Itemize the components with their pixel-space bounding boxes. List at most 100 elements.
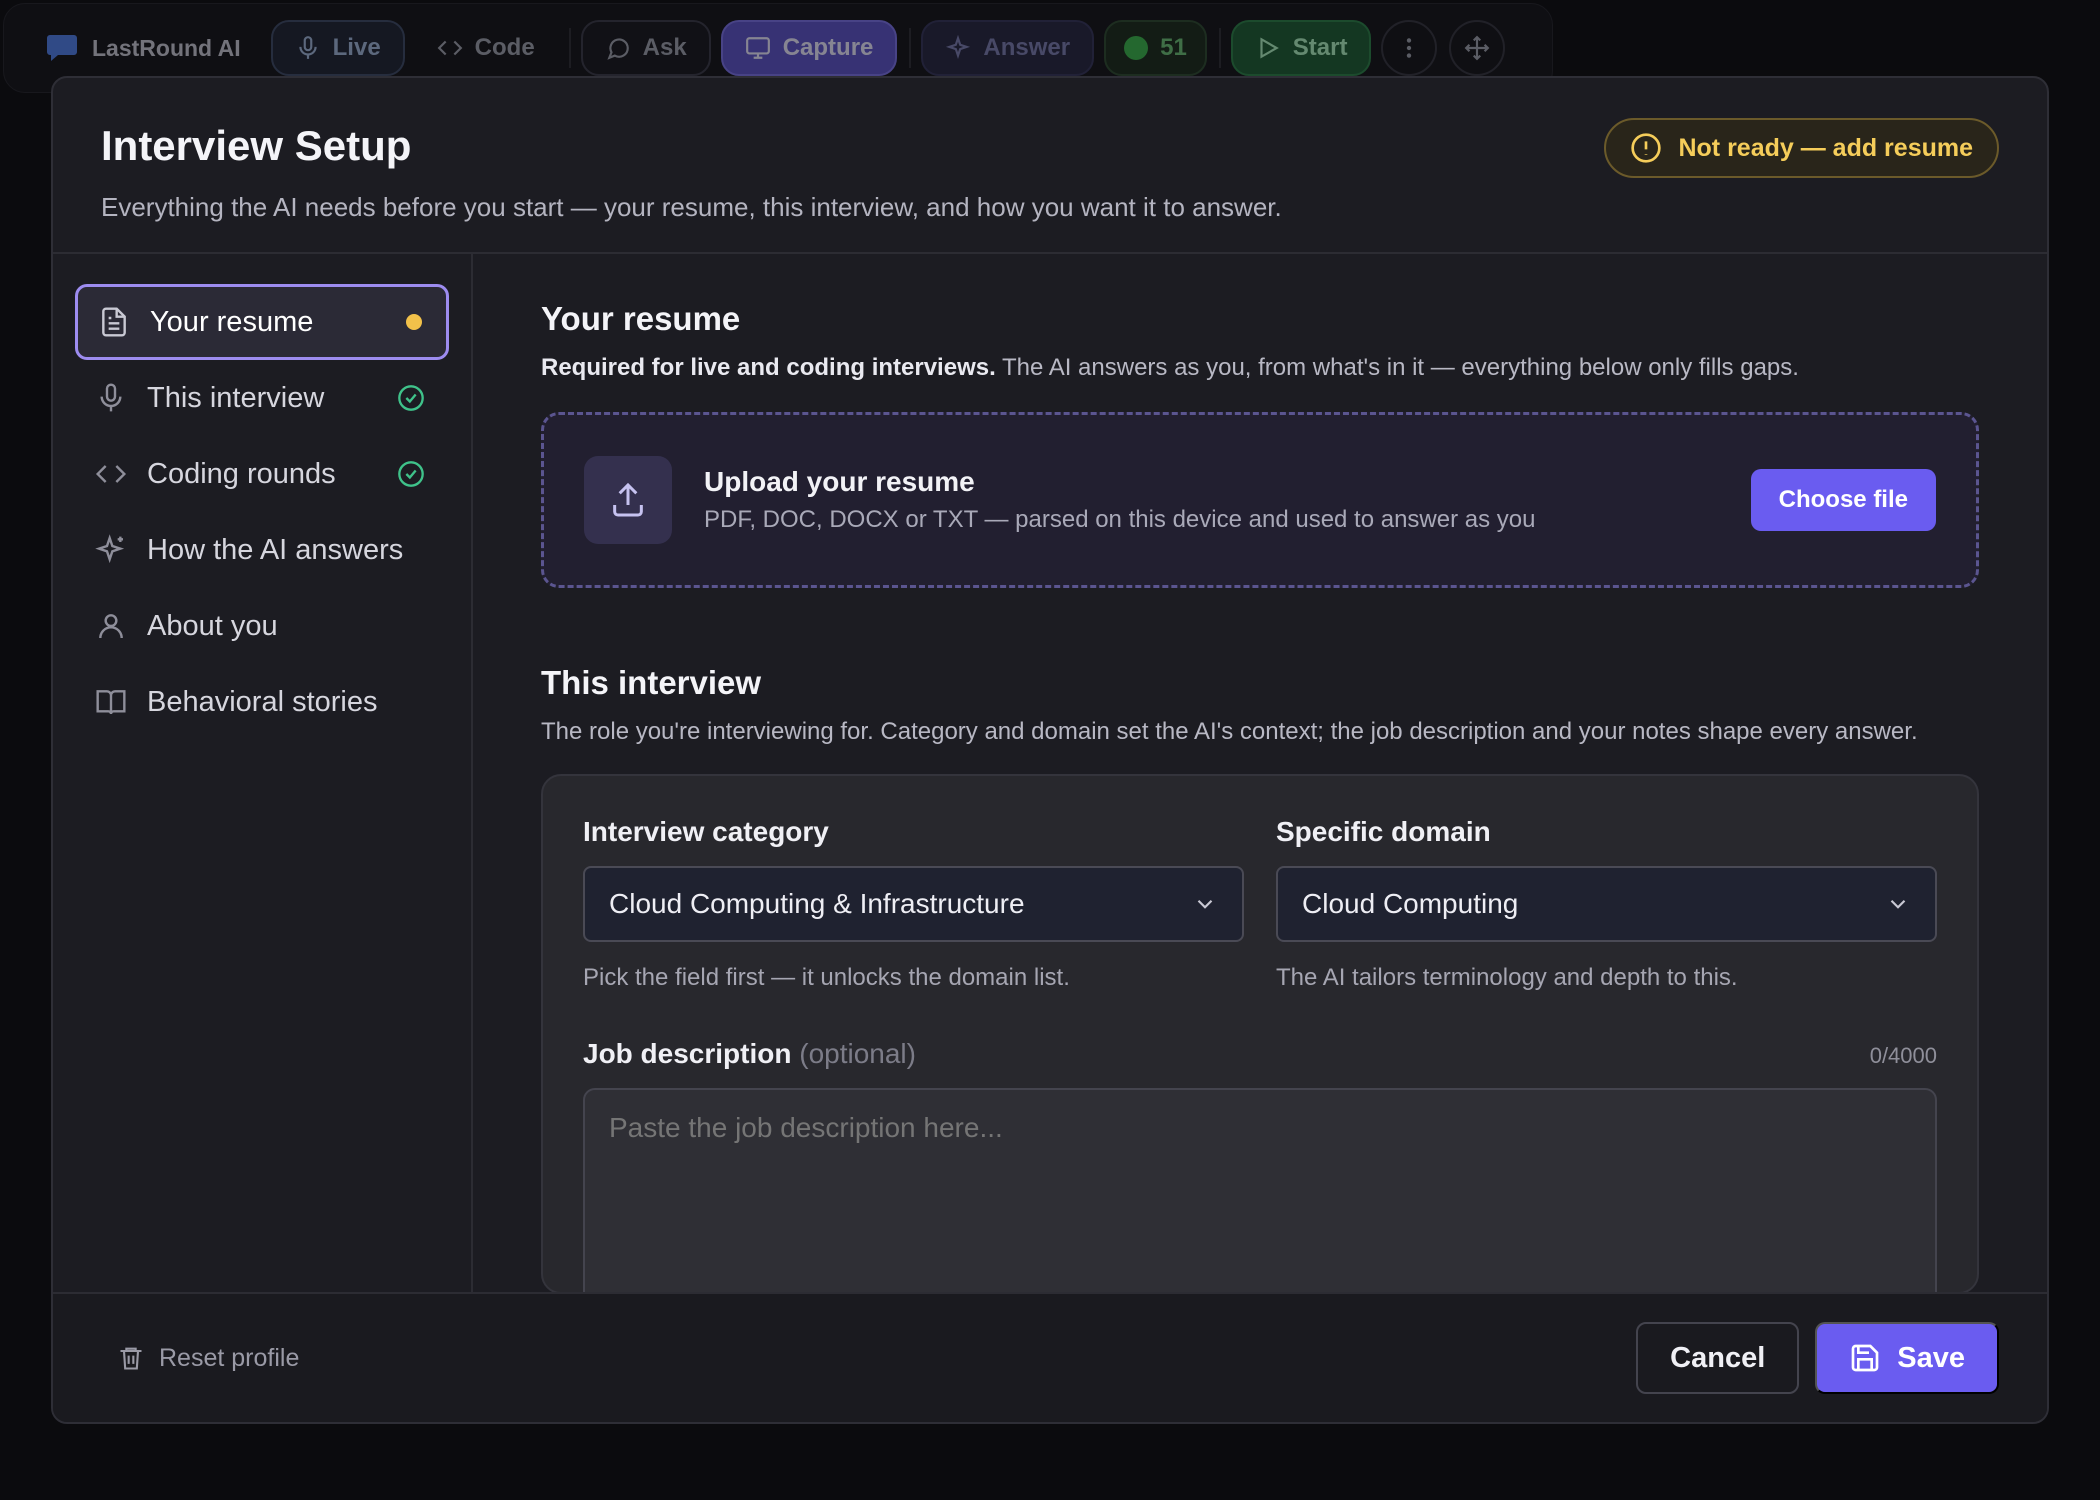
sidebar-item-your-resume[interactable]: Your resume (75, 284, 449, 360)
play-icon (1260, 37, 1279, 59)
answer-button[interactable]: Answer (921, 20, 1095, 76)
code-icon (437, 40, 463, 56)
start-button[interactable]: Start (1230, 20, 1372, 76)
upload-hint: PDF, DOC, DOCX or TXT — parsed on this d… (704, 506, 1536, 533)
field-help: Pick the field first — it unlocks the do… (583, 964, 1070, 991)
dialog-body: Your resume This interview Coding rounds… (53, 254, 2047, 1292)
save-icon (1851, 1344, 1879, 1372)
sidebar-item-label: How the AI answers (147, 533, 404, 566)
capture-button[interactable]: Capture (720, 20, 898, 76)
file-icon (102, 307, 126, 337)
category-domain-row: Interview category Cloud Computing & Inf… (583, 816, 1937, 992)
upload-text: Upload your resume PDF, DOC, DOCX or TXT… (704, 466, 1751, 534)
save-label: Save (1897, 1341, 1965, 1374)
job-description-header: Job description (optional) 0/4000 (583, 1038, 1937, 1070)
sidebar-item-this-interview[interactable]: This interview (75, 360, 449, 436)
interview-category-select[interactable]: Cloud Computing & Infrastructure (583, 866, 1244, 942)
code-button[interactable]: Code (415, 20, 557, 76)
section-title: This interview (541, 664, 762, 701)
field-label: Interview category (583, 816, 829, 847)
code-icon (95, 465, 127, 483)
select-value: Cloud Computing & Infrastructure (609, 888, 1025, 919)
sidebar-item-label: About you (147, 609, 278, 642)
sidebar-item-behavioral-stories[interactable]: Behavioral stories (75, 664, 449, 740)
chat-icon (607, 38, 629, 60)
upload-icon-tile (584, 456, 672, 544)
sparkles-icon (946, 35, 971, 60)
setup-content: Your resume Required for live and coding… (473, 254, 2047, 1292)
choose-file-button[interactable]: Choose file (1750, 469, 1936, 531)
divider (909, 28, 912, 68)
select-value: Cloud Computing (1302, 888, 1519, 919)
sidebar-item-label: Coding rounds (147, 457, 336, 490)
ask-label: Ask (642, 34, 687, 61)
interview-details-card: Interview category Cloud Computing & Inf… (541, 774, 1979, 1292)
divider (1218, 28, 1221, 68)
book-icon (96, 690, 126, 715)
field-help: The AI tailors terminology and depth to … (1276, 964, 1738, 991)
resume-section: Your resume Required for live and coding… (541, 300, 1979, 588)
pending-dot-icon (406, 314, 422, 330)
code-label: Code (474, 34, 535, 61)
section-description-rest: The AI answers as you, from what's in it… (995, 354, 1799, 381)
reset-profile-button[interactable]: Reset profile (117, 1344, 299, 1373)
setup-sidebar: Your resume This interview Coding rounds… (53, 254, 473, 1292)
count-value: 51 (1160, 34, 1187, 61)
answer-label: Answer (983, 34, 1071, 61)
section-description: Required for live and coding interviews.… (541, 352, 1979, 384)
ask-button[interactable]: Ask (580, 20, 711, 76)
sidebar-item-coding-rounds[interactable]: Coding rounds (75, 436, 449, 512)
count-badge: 51 (1104, 20, 1207, 76)
resume-dropzone[interactable]: Upload your resume PDF, DOC, DOCX or TXT… (541, 412, 1979, 588)
chevron-down-icon (1197, 899, 1213, 909)
sidebar-item-how-the-ai-answers[interactable]: How the AI answers (75, 512, 449, 588)
interview-setup-dialog: Interview Setup Everything the AI needs … (51, 76, 2049, 1424)
start-label: Start (1292, 34, 1348, 61)
section-description: The role you're interviewing for. Catego… (541, 718, 1918, 745)
chevron-down-icon (1890, 899, 1906, 909)
interview-section: This interview The role you're interview… (541, 664, 1979, 1292)
section-title: Your resume (541, 300, 741, 337)
chat-bubble-logo-icon (47, 35, 77, 61)
microphone-icon (298, 36, 317, 59)
cancel-button[interactable]: Cancel (1636, 1322, 1800, 1394)
check-circle-icon (398, 461, 424, 487)
sidebar-item-label: Your resume (150, 305, 314, 338)
alert-circle-icon (1631, 133, 1662, 163)
sidebar-item-label: This interview (147, 381, 325, 414)
readiness-status-badge: Not ready — add resume (1604, 118, 1999, 178)
reset-profile-label: Reset profile (159, 1343, 300, 1372)
dialog-subtitle: Everything the AI needs before you start… (101, 192, 1282, 222)
status-dot-icon (1124, 36, 1149, 60)
sparkles-icon (95, 534, 125, 564)
sidebar-item-about-you[interactable]: About you (75, 588, 449, 664)
readiness-status-text: Not ready — add resume (1678, 133, 1973, 162)
divider (568, 28, 571, 68)
field-label: Specific domain (1276, 816, 1491, 847)
job-description-label: Job description (optional) (583, 1038, 916, 1070)
trash-icon (120, 1347, 142, 1370)
more-vertical-icon (1407, 38, 1412, 58)
capture-label: Capture (782, 34, 874, 61)
upload-icon (613, 482, 643, 517)
save-button[interactable]: Save (1815, 1322, 1999, 1394)
optional-tag: (optional) (799, 1038, 916, 1069)
brand-name: LastRound AI (92, 34, 241, 61)
move-icon (1465, 35, 1490, 61)
upload-title: Upload your resume (704, 466, 975, 497)
character-counter: 0/4000 (1869, 1043, 1937, 1068)
specific-domain-select[interactable]: Cloud Computing (1276, 866, 1937, 942)
live-label: Live (332, 34, 381, 61)
category-field: Interview category Cloud Computing & Inf… (583, 816, 1244, 992)
dialog-footer: Reset profile Cancel Save (53, 1292, 2047, 1422)
user-icon (99, 614, 123, 639)
brand: LastRound AI (46, 33, 241, 63)
drag-handle[interactable] (1449, 20, 1506, 76)
job-description-label-text: Job description (583, 1038, 792, 1069)
sidebar-item-label: Behavioral stories (147, 685, 378, 718)
more-button[interactable] (1381, 20, 1438, 76)
check-circle-icon (398, 385, 424, 411)
live-button[interactable]: Live (270, 20, 405, 76)
microphone-icon (100, 383, 122, 412)
job-description-input[interactable] (583, 1088, 1937, 1292)
